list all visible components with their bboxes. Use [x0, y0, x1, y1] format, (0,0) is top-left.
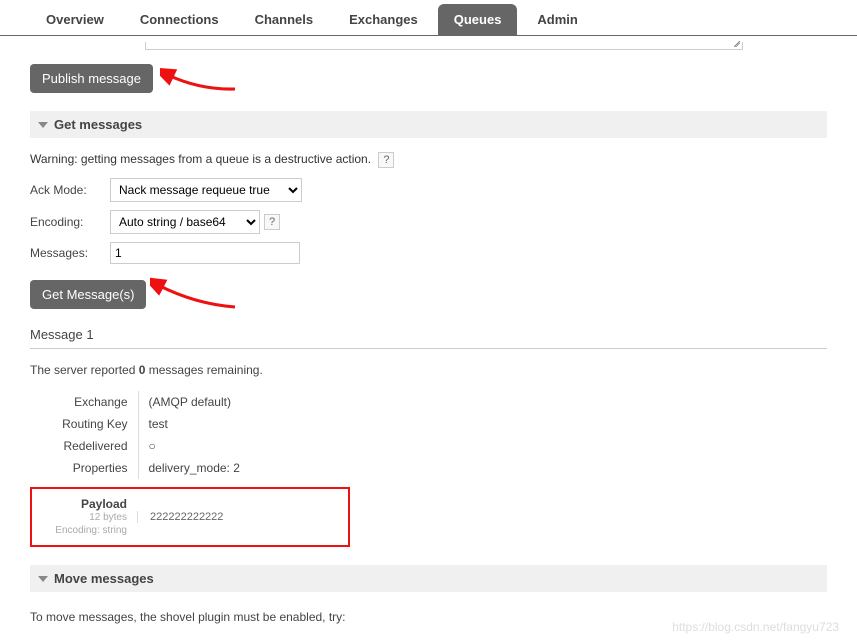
- annotation-arrow-publish: [160, 62, 240, 96]
- help-icon[interactable]: ?: [378, 152, 394, 168]
- properties-value: delivery_mode: 2: [138, 457, 250, 479]
- messages-label: Messages:: [30, 246, 110, 260]
- messages-input[interactable]: [110, 242, 300, 264]
- exchange-value: (AMQP default): [138, 391, 250, 413]
- chevron-down-icon: [38, 576, 48, 582]
- ack-mode-label: Ack Mode:: [30, 183, 110, 197]
- nav-tabs: Overview Connections Channels Exchanges …: [0, 0, 857, 36]
- payload-encoding: Encoding: string: [42, 524, 127, 537]
- table-row: Routing Key test: [30, 413, 250, 435]
- encoding-select[interactable]: Auto string / base64: [110, 210, 260, 234]
- section-get-messages[interactable]: Get messages: [30, 111, 827, 138]
- tab-connections[interactable]: Connections: [124, 4, 235, 35]
- section-title-move-messages: Move messages: [54, 571, 154, 586]
- redelivered-value: ○: [138, 435, 250, 457]
- annotation-arrow-get: [150, 272, 240, 312]
- tab-overview[interactable]: Overview: [30, 4, 120, 35]
- exchange-label: Exchange: [30, 391, 138, 413]
- tab-exchanges[interactable]: Exchanges: [333, 4, 434, 35]
- message-details-table: Exchange (AMQP default) Routing Key test…: [30, 391, 250, 479]
- tab-channels[interactable]: Channels: [239, 4, 330, 35]
- routing-key-value: test: [138, 413, 250, 435]
- payload-meta: Payload 12 bytes Encoding: string: [42, 497, 137, 537]
- tab-queues[interactable]: Queues: [438, 4, 518, 35]
- payload-title: Payload: [42, 497, 127, 511]
- help-icon-encoding[interactable]: ?: [264, 214, 280, 230]
- watermark: https://blog.csdn.net/fangyu723: [672, 620, 839, 634]
- section-title-get-messages: Get messages: [54, 117, 142, 132]
- tab-admin[interactable]: Admin: [521, 4, 593, 35]
- warning-text: Warning: getting messages from a queue i…: [30, 152, 827, 168]
- encoding-label: Encoding:: [30, 215, 110, 229]
- message-header: Message 1: [30, 321, 827, 349]
- routing-key-label: Routing Key: [30, 413, 138, 435]
- get-messages-button[interactable]: Get Message(s): [30, 280, 146, 309]
- payload-bytes: 12 bytes: [42, 511, 127, 524]
- redelivered-label: Redelivered: [30, 435, 138, 457]
- table-row: Exchange (AMQP default): [30, 391, 250, 413]
- table-row: Properties delivery_mode: 2: [30, 457, 250, 479]
- ack-mode-select[interactable]: Nack message requeue true: [110, 178, 302, 202]
- remaining-text: The server reported 0 messages remaining…: [30, 363, 827, 377]
- publish-message-button[interactable]: Publish message: [30, 64, 153, 93]
- payload-content: 222222222222: [137, 511, 223, 523]
- chevron-down-icon: [38, 122, 48, 128]
- properties-label: Properties: [30, 457, 138, 479]
- section-move-messages[interactable]: Move messages: [30, 565, 827, 592]
- table-row: Redelivered ○: [30, 435, 250, 457]
- payload-box: Payload 12 bytes Encoding: string 222222…: [30, 487, 350, 547]
- textarea-fragment[interactable]: [145, 42, 743, 50]
